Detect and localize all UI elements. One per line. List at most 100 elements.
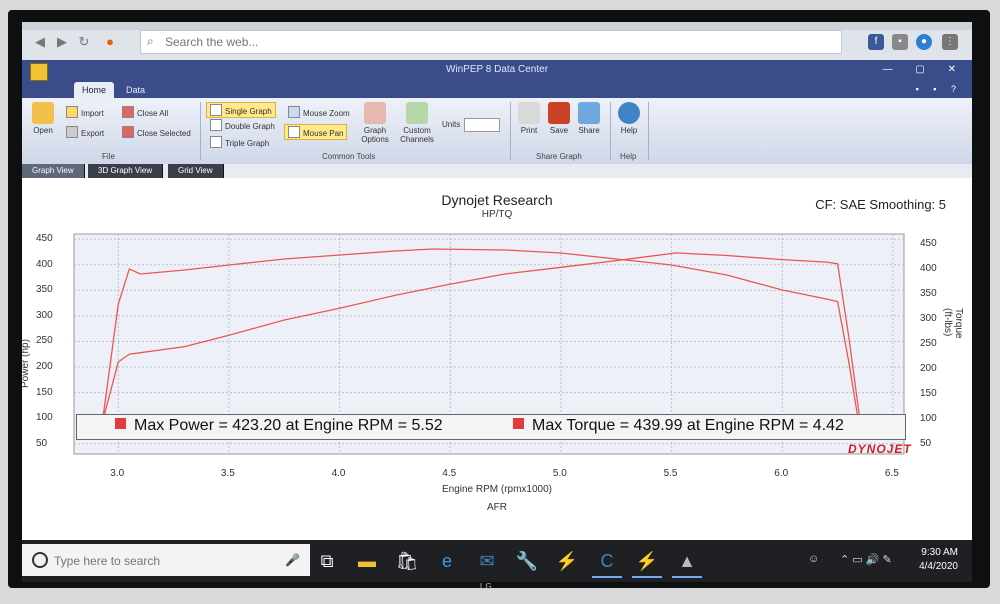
system-tray-icons[interactable]: ⌃ ▭ 🔊 ✎ — [840, 553, 892, 566]
lock-icon[interactable]: ▪ — [892, 34, 908, 50]
x-tick: 4.5 — [442, 468, 457, 479]
legend-item-power: Max Power = 423.20 at Engine RPM = 5.52 — [115, 417, 443, 435]
task-view-icon[interactable]: ⧉ — [312, 546, 342, 576]
clock-date: 4/4/2020 — [919, 561, 958, 572]
back-icon[interactable]: ◀ — [32, 34, 48, 50]
y-tick-right: 100 — [920, 413, 937, 424]
close-selected-button[interactable]: Close Selected — [122, 126, 191, 138]
share-label: Share — [578, 126, 600, 135]
single-graph-button[interactable]: Single Graph — [206, 102, 276, 118]
taskbar-search[interactable]: 🎤 — [22, 544, 310, 576]
y-tick-left: 50 — [36, 437, 48, 449]
web-search-input[interactable] — [163, 33, 827, 51]
y-tick-left: 300 — [36, 309, 53, 321]
share-button[interactable]: Share — [572, 102, 606, 135]
share-icon — [578, 102, 600, 124]
ribbon-separator — [200, 102, 201, 160]
taskbar: 🎤 ⧉ ▬ 🛍 e ✉ 🔧 ⚡ C ⚡ ▲ ☺ ⌃ ▭ 🔊 ✎ 9:30 AM … — [22, 540, 972, 582]
mouse-pan-button[interactable]: Mouse Pan — [284, 124, 348, 140]
custom-channels-label-1: Custom — [403, 126, 431, 135]
graph-options-icon — [364, 102, 386, 124]
open-label: Open — [33, 126, 53, 135]
save-icon — [548, 102, 570, 124]
tab-data[interactable]: Data — [118, 82, 153, 98]
import-button[interactable]: Import — [66, 106, 104, 118]
forward-icon[interactable]: ▶ — [54, 34, 70, 50]
y-tick-right: 250 — [920, 338, 937, 349]
profile-icon[interactable]: ● — [916, 34, 932, 50]
tab-grid-view[interactable]: Grid View — [168, 164, 224, 178]
clock[interactable]: 9:30 AM 4/4/2020 — [919, 546, 958, 574]
mail-icon[interactable]: ✉ — [472, 546, 502, 576]
app-titlebar: WinPEP 8 Data Center — ▢ ✕ — [22, 60, 972, 82]
menu-icon[interactable]: ⋮ — [942, 34, 958, 50]
y-tick-left: 250 — [36, 335, 53, 347]
view-tabs: Graph View 3D Graph View Grid View — [22, 164, 972, 178]
y-tick-left: 100 — [36, 412, 53, 424]
y-tick-left: 400 — [36, 258, 53, 270]
facebook-icon[interactable]: f — [868, 34, 884, 50]
y-tick-right: 150 — [920, 388, 937, 399]
save-button[interactable]: Save — [542, 102, 576, 135]
y-tick-right: 50 — [920, 438, 932, 449]
ribbon-style-icons[interactable]: ▪ ▪ ? — [916, 84, 962, 94]
clock-time: 9:30 AM — [921, 547, 958, 558]
graph-options-button[interactable]: Graph Options — [358, 102, 392, 144]
reload-icon[interactable]: ↻ — [76, 34, 92, 50]
open-button[interactable]: Open — [26, 102, 60, 135]
file-group-label: File — [102, 152, 115, 161]
tab-graph-view[interactable]: Graph View — [22, 164, 85, 178]
triple-graph-button[interactable]: Triple Graph — [210, 136, 269, 148]
y-axis-label-left: Power (hp) — [22, 339, 31, 388]
people-icon[interactable]: ☺ — [808, 553, 819, 565]
double-graph-label: Double Graph — [225, 122, 275, 131]
microphone-icon[interactable]: 🎤 — [285, 553, 300, 567]
double-graph-icon — [210, 119, 222, 131]
y-tick-right: 350 — [920, 288, 937, 299]
wrench-icon[interactable]: 🔧 — [512, 546, 542, 576]
close-selected-icon — [122, 126, 134, 138]
window-controls[interactable]: — ▢ ✕ — [883, 64, 966, 75]
screen: ◀ ▶ ↻ ● ⌕ f ▪ ● ⋮ WinPEP 8 Data Center —… — [22, 22, 972, 582]
x-tick: 6.0 — [774, 468, 789, 479]
file-explorer-icon[interactable]: ▬ — [352, 546, 382, 576]
lightning-icon[interactable]: ⚡ — [552, 546, 582, 576]
triple-graph-label: Triple Graph — [225, 139, 270, 148]
store-icon[interactable]: 🛍 — [392, 546, 422, 576]
close-all-label: Close All — [137, 109, 169, 118]
folder-icon — [32, 102, 54, 124]
afr-label: AFR — [487, 502, 507, 513]
mouse-zoom-button[interactable]: Mouse Zoom — [288, 106, 350, 118]
single-graph-label: Single Graph — [225, 107, 272, 116]
export-button[interactable]: Export — [66, 126, 104, 138]
help-icon — [618, 102, 640, 124]
url-bar[interactable]: ⌕ — [140, 30, 842, 54]
power-core-icon[interactable]: ⚡ — [632, 546, 662, 578]
taskbar-search-input[interactable] — [52, 552, 276, 570]
help-button[interactable]: Help — [612, 102, 646, 135]
graph-options-label-1: Graph — [363, 126, 387, 135]
x-tick: 5.5 — [663, 468, 678, 479]
tab-home[interactable]: Home — [74, 82, 115, 98]
browser-logo-icon[interactable]: ● — [102, 34, 118, 50]
single-graph-icon — [210, 104, 222, 116]
legend-text-power: Max Power = 423.20 at Engine RPM = 5.52 — [134, 417, 443, 434]
close-selected-label: Close Selected — [137, 129, 191, 138]
edge-icon[interactable]: e — [432, 546, 462, 576]
y-tick-left: 350 — [36, 284, 53, 296]
units-dropdown[interactable] — [464, 118, 500, 132]
tab-3d-graph-view[interactable]: 3D Graph View — [88, 164, 164, 178]
app-triangle-icon[interactable]: ▲ — [672, 546, 702, 578]
help-label: Help — [620, 126, 638, 135]
app-title: WinPEP 8 Data Center — [445, 64, 549, 75]
close-all-button[interactable]: Close All — [122, 106, 168, 118]
winpep-icon[interactable]: C — [592, 546, 622, 578]
ribbon-separator — [610, 102, 611, 160]
print-button[interactable]: Print — [512, 102, 546, 135]
dyno-chart[interactable] — [22, 178, 972, 518]
double-graph-button[interactable]: Double Graph — [210, 119, 275, 131]
zoom-icon — [288, 106, 300, 118]
custom-channels-button[interactable]: Custom Channels — [400, 102, 434, 144]
legend-text-torque: Max Torque = 439.99 at Engine RPM = 4.42 — [532, 417, 844, 434]
x-tick: 5.0 — [552, 468, 567, 479]
